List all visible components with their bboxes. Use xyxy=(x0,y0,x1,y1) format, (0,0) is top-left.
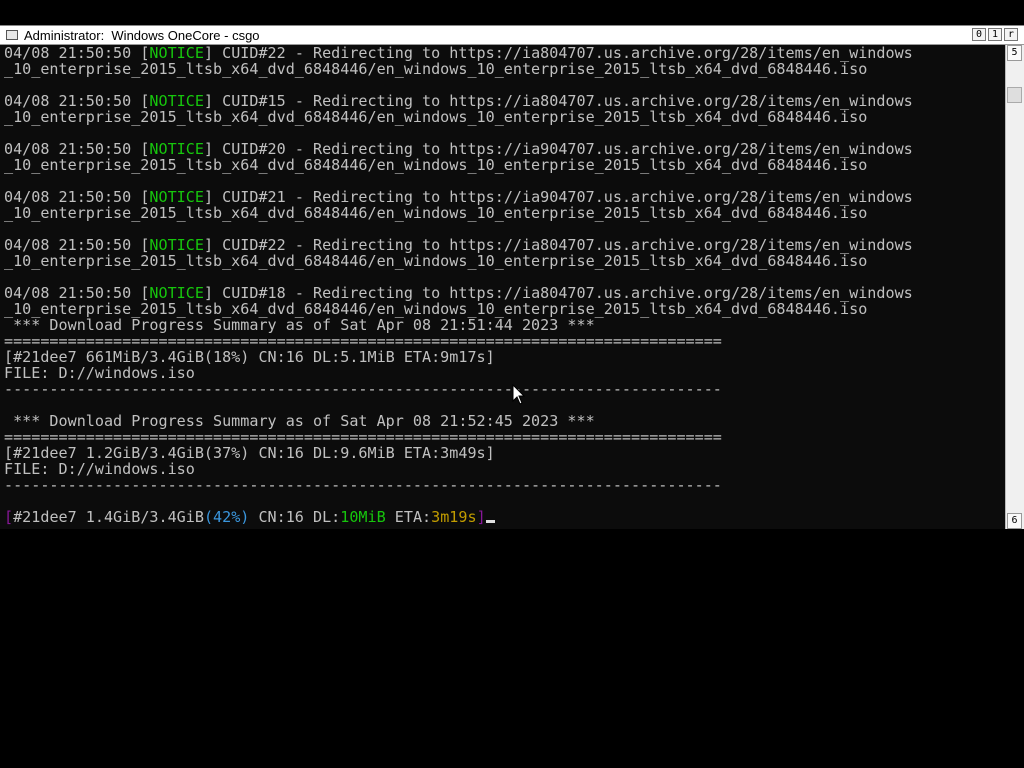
percent-value: (42%) xyxy=(203,508,250,526)
log-line: 04/08 21:50:50 [NOTICE] CUID#22 - Redire… xyxy=(4,45,913,62)
log-line-continuation: _10_enterprise_2015_ltsb_x64_dvd_6848446… xyxy=(4,156,868,174)
equals-rule: ========================================… xyxy=(4,332,722,350)
eta-label: ETA: xyxy=(385,508,432,526)
text-cursor xyxy=(485,520,495,523)
file-line: FILE: D://windows.iso xyxy=(4,364,195,382)
dash-rule: ----------------------------------------… xyxy=(4,380,722,398)
scroll-up-button[interactable]: 5 xyxy=(1007,45,1022,61)
vertical-scrollbar[interactable]: 5 6 xyxy=(1005,45,1024,529)
eta-value: 3m19s xyxy=(431,508,477,526)
log-line-continuation: _10_enterprise_2015_ltsb_x64_dvd_6848446… xyxy=(4,300,868,318)
console-app-icon[interactable] xyxy=(6,30,18,40)
summary-header: *** Download Progress Summary as of Sat … xyxy=(4,412,595,430)
title-bar[interactable]: Administrator: Windows OneCore - csgo 0 … xyxy=(0,26,1024,45)
log-line: 04/08 21:50:50 [NOTICE] CUID#21 - Redire… xyxy=(4,188,913,206)
progress-line: [#21dee7 661MiB/3.4GiB(18%) CN:16 DL:5.1… xyxy=(4,348,495,366)
summary-header: *** Download Progress Summary as of Sat … xyxy=(4,316,595,334)
log-line-continuation: _10_enterprise_2015_ltsb_x64_dvd_6848446… xyxy=(4,252,868,270)
log-line: 04/08 21:50:50 [NOTICE] CUID#22 - Redire… xyxy=(4,236,913,254)
scroll-thumb[interactable] xyxy=(1007,87,1022,103)
live-progress-line: [#21dee7 1.4GiB/3.4GiB(42%) CN:16 DL:10M… xyxy=(4,509,1004,525)
mouse-pointer-icon xyxy=(512,384,526,405)
window-title: Administrator: Windows OneCore - csgo xyxy=(24,27,260,43)
window-controls: 0 1 r xyxy=(972,28,1018,41)
close-button[interactable]: r xyxy=(1004,28,1018,41)
scroll-down-button[interactable]: 6 xyxy=(1007,513,1022,529)
close-bracket: ] xyxy=(476,508,486,526)
equals-rule: ========================================… xyxy=(4,428,722,446)
file-line: FILE: D://windows.iso xyxy=(4,460,195,478)
log-line: 04/08 21:50:50 [NOTICE] CUID#15 - Redire… xyxy=(4,92,913,110)
log-line: 04/08 21:50:50 [NOTICE] CUID#18 - Redire… xyxy=(4,284,913,302)
log-line-continuation: _10_enterprise_2015_ltsb_x64_dvd_6848446… xyxy=(4,60,868,78)
log-line-continuation: _10_enterprise_2015_ltsb_x64_dvd_6848446… xyxy=(4,204,868,222)
console-window[interactable]: Administrator: Windows OneCore - csgo 0 … xyxy=(0,25,1024,529)
maximize-button[interactable]: 1 xyxy=(988,28,1002,41)
progress-line: [#21dee7 1.2GiB/3.4GiB(37%) CN:16 DL:9.6… xyxy=(4,444,495,462)
dash-rule: ----------------------------------------… xyxy=(4,476,722,494)
open-bracket: [ xyxy=(4,508,14,526)
dl-speed: 10MiB xyxy=(340,508,386,526)
console-output[interactable]: 04/08 21:50:50 [NOTICE] CUID#22 - Redire… xyxy=(4,45,1004,529)
log-line-continuation: _10_enterprise_2015_ltsb_x64_dvd_6848446… xyxy=(4,108,868,126)
minimize-button[interactable]: 0 xyxy=(972,28,986,41)
cn-label: CN:16 DL: xyxy=(249,508,341,526)
id-size: #21dee7 1.4GiB/3.4GiB xyxy=(13,508,204,526)
log-line: 04/08 21:50:50 [NOTICE] CUID#20 - Redire… xyxy=(4,140,913,158)
